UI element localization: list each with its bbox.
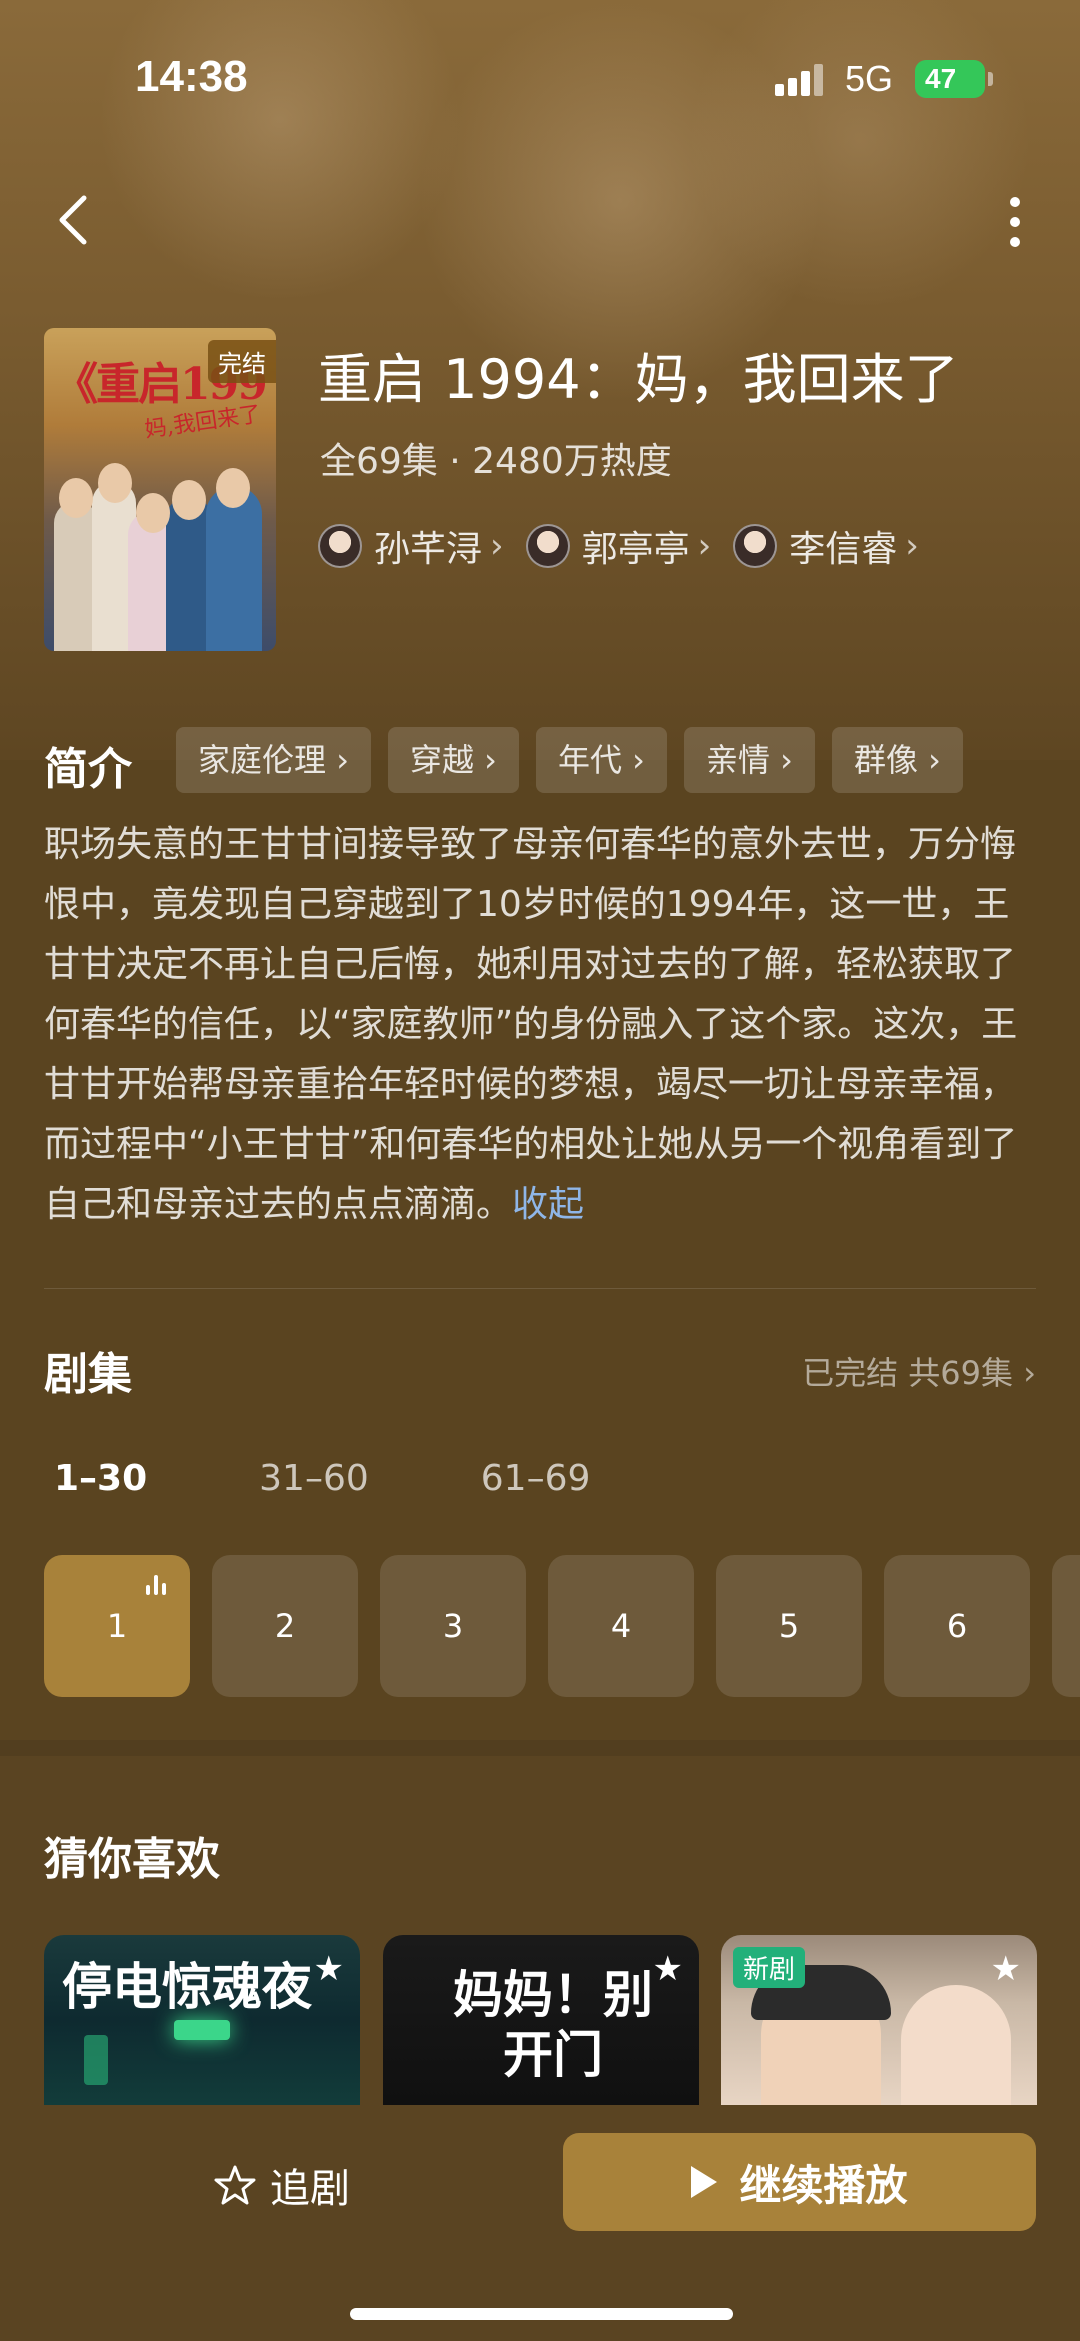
episodes-status-link[interactable]: 已完结 共69集 ›: [802, 1348, 1036, 1394]
genre-tag-label: 家庭伦理: [198, 741, 327, 779]
battery-tip: [988, 72, 993, 86]
star-icon[interactable]: ★: [991, 1949, 1021, 1989]
genre-tag[interactable]: 亲情 ›: [683, 727, 815, 793]
playing-icon: [146, 1575, 170, 1595]
episode-number: 5: [778, 1607, 800, 1645]
genre-tag[interactable]: 穿越 ›: [387, 727, 519, 793]
chevron-right-icon: ›: [905, 526, 919, 566]
episode-button[interactable]: 4: [548, 1555, 694, 1697]
back-button[interactable]: [50, 190, 100, 250]
episode-button[interactable]: 1: [44, 1555, 190, 1697]
cast-item[interactable]: 李信睿 ›: [733, 520, 919, 572]
poster-badge: 完结: [208, 340, 276, 383]
episode-number: 2: [274, 1607, 296, 1645]
chevron-right-icon: ›: [697, 526, 712, 566]
episode-number: 1: [106, 1607, 128, 1645]
cast-name: 郭亭亭: [581, 529, 690, 570]
recommend-card[interactable]: 妈妈！别开门 ★: [383, 1935, 699, 2105]
recommend-card-title: 妈妈！别开门: [453, 1965, 653, 2084]
poster-face: [216, 468, 250, 508]
recommend-card-title: 停电惊魂夜: [62, 1957, 312, 2016]
intro-label: 简介: [44, 744, 132, 795]
synopsis: 职场失意的王甘甘间接导致了母亲何春华的意外去世，万分悔恨中，竟发现自己穿越到了1…: [44, 815, 1044, 1235]
avatar: [733, 524, 778, 568]
episode-button[interactable]: 6: [884, 1555, 1030, 1697]
avatar: [525, 524, 570, 568]
star-icon[interactable]: ★: [314, 1949, 344, 1989]
cast-item[interactable]: 孙芊浔 ›: [318, 520, 504, 572]
follow-button[interactable]: 追剧: [214, 2150, 350, 2220]
poster-face: [136, 493, 170, 533]
follow-label: 追剧: [270, 2166, 350, 2212]
chevron-left-icon: [59, 195, 87, 245]
star-icon[interactable]: ★: [653, 1949, 683, 1989]
genre-tag-label: 年代: [557, 741, 622, 779]
play-icon: [691, 2166, 718, 2198]
genre-tag-label: 穿越: [409, 741, 474, 779]
more-button[interactable]: [995, 190, 1035, 260]
episode-button[interactable]: 5: [716, 1555, 862, 1697]
poster-face: [98, 463, 132, 503]
section-separator: [0, 1740, 1080, 1756]
status-bar: 14:38 5G 47: [0, 0, 1080, 150]
network-label: 5G: [845, 58, 894, 99]
genre-tags: 家庭伦理 › 穿越 › 年代 › 亲情 › 群像 ›: [176, 727, 980, 793]
collapse-link[interactable]: 收起: [512, 1184, 584, 1225]
genre-tag-label: 群像: [853, 741, 918, 779]
episodes-status: 已完结 共69集: [802, 1354, 1014, 1392]
genre-tag[interactable]: 家庭伦理 ›: [176, 727, 371, 793]
episode-button[interactable]: 2: [212, 1555, 358, 1697]
genre-tag-label: 亲情: [705, 741, 770, 779]
episode-button[interactable]: 3: [380, 1555, 526, 1697]
home-indicator[interactable]: [350, 2308, 733, 2320]
episodes-title: 剧集: [44, 1349, 132, 1400]
poster-face: [59, 478, 93, 518]
tab-range-2[interactable]: 31–60: [259, 1458, 369, 1499]
synopsis-text: 职场失意的王甘甘间接导致了母亲何春华的意外去世，万分悔恨中，竟发现自己穿越到了1…: [44, 824, 1018, 1225]
episode-number: 6: [946, 1607, 968, 1645]
more-vertical-icon: [1010, 197, 1020, 247]
cast-item[interactable]: 郭亭亭 ›: [525, 520, 712, 572]
star-outline-icon: [214, 2165, 256, 2205]
divider: [44, 1288, 1036, 1289]
cast-name: 孙芊浔: [374, 529, 483, 570]
exit-sign: [174, 2020, 230, 2040]
avatar: [318, 524, 362, 568]
show-meta: 全69集 · 2480万热度: [320, 441, 672, 482]
recommend-card[interactable]: 新剧 ★: [721, 1935, 1037, 2105]
genre-tag[interactable]: 群像 ›: [831, 727, 963, 793]
cast-name: 李信睿: [789, 529, 898, 570]
episode-number: 3: [442, 1607, 464, 1645]
new-badge: 新剧: [733, 1947, 806, 1988]
poster-figure: [206, 486, 262, 651]
status-time: 14:38: [135, 52, 248, 101]
episode-range-tabs: 1–30 31–60 61–69: [54, 1458, 702, 1499]
cast-list: 孙芊浔 › 郭亭亭 › 李信睿 ›: [318, 518, 941, 574]
tab-range-3[interactable]: 61–69: [481, 1458, 591, 1499]
recommend-card[interactable]: 停电惊魂夜 ★: [44, 1935, 360, 2105]
battery-level: 47: [925, 63, 957, 94]
poster-face: [172, 480, 206, 520]
play-label: 继续播放: [739, 2160, 908, 2210]
chevron-right-icon: ›: [490, 526, 504, 566]
genre-tag[interactable]: 年代 ›: [535, 727, 667, 793]
tab-range-1[interactable]: 1–30: [54, 1458, 147, 1499]
recommend-title: 猜你喜欢: [44, 1834, 220, 1885]
signal-icon: [775, 62, 825, 96]
episode-list: 1 2 3 4 5 6: [44, 1555, 1080, 1697]
battery-icon: 47: [915, 60, 985, 98]
show-poster[interactable]: 《重启199 妈,我回来了 完结: [44, 328, 276, 651]
poster-face: [901, 1985, 1011, 2105]
episode-button-partial[interactable]: [1052, 1555, 1080, 1697]
episode-number: 4: [610, 1607, 632, 1645]
light-glow: [84, 2035, 108, 2085]
continue-play-button[interactable]: 继续播放: [563, 2133, 1036, 2231]
show-title: 重启 1994：妈，我回来了: [318, 348, 959, 411]
